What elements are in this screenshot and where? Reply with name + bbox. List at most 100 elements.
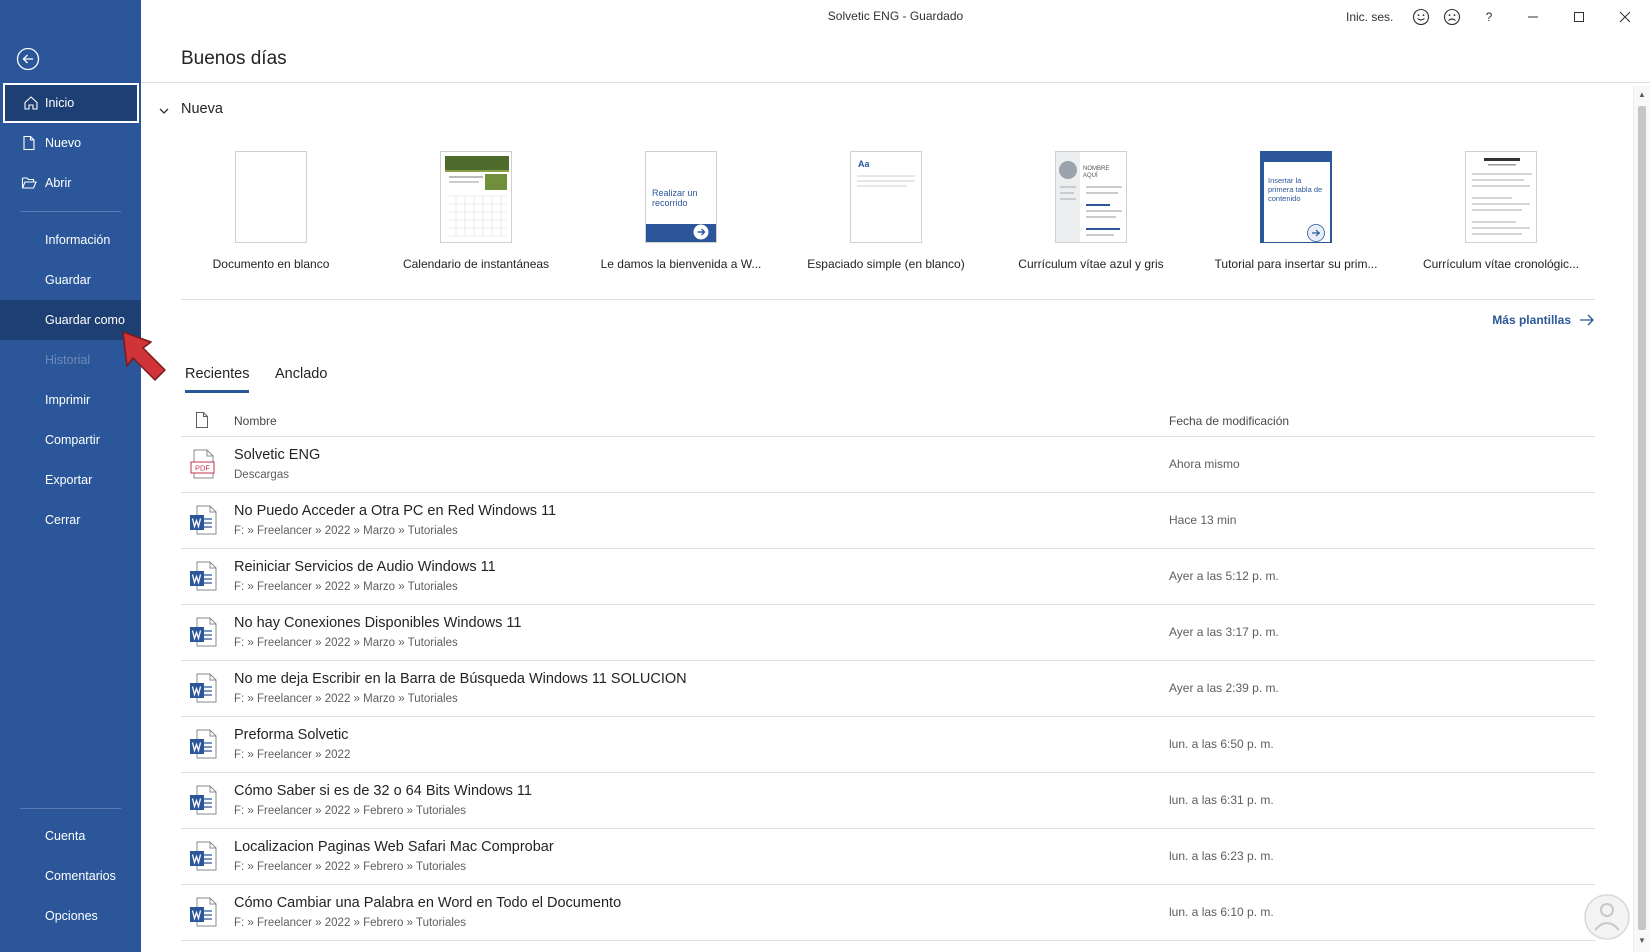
word-file-icon — [190, 617, 217, 647]
template-label: Espaciado simple (en blanco) — [807, 257, 965, 271]
sidebar-item-inicio[interactable]: Inicio — [3, 83, 139, 123]
scroll-thumb[interactable] — [1638, 106, 1646, 930]
sidebar-item-comentarios[interactable]: Comentarios — [0, 856, 141, 896]
home-icon — [24, 96, 38, 110]
greeting-heading: Buenos días — [181, 48, 287, 69]
sidebar-item-label: Inicio — [45, 96, 75, 110]
frown-feedback-icon[interactable] — [1443, 8, 1461, 26]
sidebar-item-opciones[interactable]: Opciones — [0, 896, 141, 936]
template-label: Currículum vítae cronológic... — [1422, 257, 1580, 271]
file-row[interactable]: Reiniciar Servicios de Audio Windows 11 F… — [181, 549, 1595, 605]
file-modified-date: Ayer a las 2:39 p. m. — [1169, 681, 1279, 695]
sidebar-item-label: Abrir — [45, 176, 72, 190]
chevron-down-icon — [159, 108, 169, 114]
more-templates-label: Más plantillas — [1492, 313, 1571, 327]
template-thumb-text: Aa — [858, 159, 870, 169]
toc-badge-icon — [1307, 224, 1325, 242]
file-modified-date: lun. a las 6:50 p. m. — [1169, 737, 1274, 751]
sidebar-item-guardar[interactable]: Guardar — [0, 260, 141, 300]
help-button[interactable]: ? — [1483, 8, 1495, 26]
maximize-icon[interactable] — [1570, 8, 1588, 26]
file-row[interactable]: PDF Solvetic ENG Descargas Ahora mismo — [181, 437, 1595, 493]
smile-feedback-icon[interactable] — [1412, 8, 1430, 26]
minimize-icon[interactable] — [1524, 8, 1542, 26]
template-label: Currículum vítae azul y gris — [1018, 257, 1164, 271]
sidebar-item-label: Imprimir — [45, 393, 91, 407]
file-row[interactable]: No Puedo Acceder a Otra PC en Red Window… — [181, 493, 1595, 549]
file-row[interactable]: Cómo Saber si es de 32 o 64 Bits Windows… — [181, 773, 1595, 829]
header-divider — [141, 82, 1650, 83]
close-icon[interactable] — [1616, 8, 1634, 26]
file-path: F: » Freelancer » 2022 — [234, 749, 351, 761]
sidebar-item-compartir[interactable]: Compartir — [0, 420, 141, 460]
file-list-header: Nombre Fecha de modificación — [181, 405, 1595, 437]
file-name: No me deja Escribir en la Barra de Búsqu… — [234, 671, 687, 687]
template-thumbnail: NOMBRE AQUÍ — [1055, 151, 1127, 243]
scroll-up-arrow[interactable]: ▲ — [1638, 90, 1646, 99]
file-row[interactable]: Cómo Cambiar una Palabra en Word en Todo… — [181, 885, 1595, 941]
file-name: Preforma Solvetic — [234, 727, 349, 743]
more-templates-link[interactable]: Más plantillas — [1492, 313, 1595, 327]
word-file-icon — [190, 729, 217, 759]
template-thumb-text: Insertar la primera tabla de contenido — [1268, 176, 1323, 203]
template-thumbnail: Realizar un recorrido — [645, 151, 717, 243]
file-row[interactable]: Preforma Solvetic F: » Freelancer » 2022 l… — [181, 717, 1595, 773]
tab-recientes[interactable]: Recientes — [185, 366, 250, 393]
sidebar-item-label: Cerrar — [45, 513, 81, 527]
sidebar-item-informacion[interactable]: Información — [0, 220, 141, 260]
column-header-name[interactable]: Nombre — [234, 414, 277, 428]
word-file-icon — [190, 841, 217, 871]
sidebar-item-label: Historial — [45, 353, 91, 367]
file-path: F: » Freelancer » 2022 » Marzo » Tutoria… — [234, 525, 458, 537]
file-name: Localizacion Paginas Web Safari Mac Comp… — [234, 839, 554, 855]
file-path: F: » Freelancer » 2022 » Febrero » Tutor… — [234, 861, 467, 873]
template-thumbnail — [1465, 151, 1537, 243]
sign-in-link[interactable]: Inic. ses. — [1346, 8, 1393, 26]
sidebar-item-label: Información — [45, 233, 111, 247]
file-name: No hay Conexiones Disponibles Windows 11 — [234, 615, 522, 631]
file-type-icon — [196, 412, 208, 428]
scroll-down-arrow[interactable]: ▼ — [1638, 936, 1646, 945]
file-modified-date: lun. a las 6:10 p. m. — [1169, 905, 1274, 919]
file-modified-date: Hace 13 min — [1169, 513, 1237, 527]
sidebar-item-exportar[interactable]: Exportar — [0, 460, 141, 500]
file-path: F: » Freelancer » 2022 » Febrero » Tutor… — [234, 805, 467, 817]
template-label: Le damos la bienvenida a W... — [600, 257, 762, 271]
file-modified-date: Ahora mismo — [1169, 457, 1240, 471]
sidebar-item-label: Nuevo — [45, 136, 82, 150]
tab-anclado[interactable]: Anclado — [275, 366, 327, 382]
sidebar-item-label: Opciones — [45, 909, 98, 923]
template-thumbnail — [440, 151, 512, 243]
sidebar-item-nuevo[interactable]: Nuevo — [0, 123, 141, 163]
sidebar-item-label: Comentarios — [45, 869, 116, 883]
arrow-right-icon — [1580, 314, 1594, 326]
template-label: Tutorial para insertar su prim... — [1214, 257, 1378, 271]
sidebar-item-cuenta[interactable]: Cuenta — [0, 816, 141, 856]
sidebar-item-imprimir[interactable]: Imprimir — [0, 380, 141, 420]
file-name: Reiniciar Servicios de Audio Windows 11 — [234, 559, 496, 575]
sidebar-item-cerrar[interactable]: Cerrar — [0, 500, 141, 540]
word-file-icon — [190, 505, 217, 535]
backstage-sidebar: Inicio Nuevo Abrir Información Guardar G… — [0, 0, 141, 952]
column-header-modified[interactable]: Fecha de modificación — [1169, 414, 1289, 428]
sidebar-item-label: Compartir — [45, 433, 100, 447]
sidebar-item-abrir[interactable]: Abrir — [0, 163, 141, 203]
template-thumb-text: Realizar un recorrido — [652, 188, 698, 208]
file-row[interactable]: No hay Conexiones Disponibles Windows 11… — [181, 605, 1595, 661]
sidebar-item-label: Cuenta — [45, 829, 86, 843]
template-label: Calendario de instantáneas — [402, 257, 550, 271]
file-path: F: » Freelancer » 2022 » Febrero » Tutor… — [234, 917, 467, 929]
file-path: F: » Freelancer » 2022 » Marzo » Tutoria… — [234, 637, 458, 649]
open-folder-icon — [21, 177, 37, 189]
watermark-logo-icon — [1584, 894, 1630, 940]
file-row[interactable]: No me deja Escribir en la Barra de Búsqu… — [181, 661, 1595, 717]
back-arrow-icon[interactable] — [16, 47, 40, 71]
file-path: Descargas — [234, 469, 289, 481]
vertical-scrollbar[interactable]: ▲ ▼ — [1633, 86, 1650, 952]
file-modified-date: lun. a las 6:23 p. m. — [1169, 849, 1274, 863]
file-row[interactable]: Localizacion Paginas Web Safari Mac Comp… — [181, 829, 1595, 885]
sidebar-item-label: Guardar como — [45, 313, 125, 327]
sidebar-divider — [20, 808, 121, 809]
file-name: Cómo Saber si es de 32 o 64 Bits Windows… — [234, 783, 532, 799]
template-thumbnail: Insertar la primera tabla de contenido — [1260, 151, 1332, 243]
